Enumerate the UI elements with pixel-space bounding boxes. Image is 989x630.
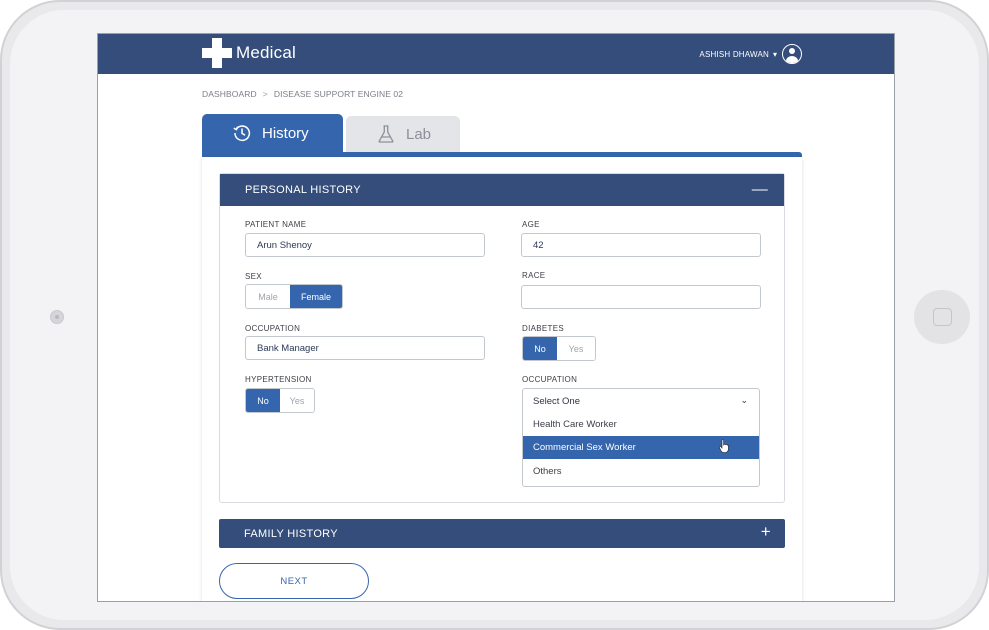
patient-name-label: PATIENT NAME xyxy=(245,220,307,229)
flask-icon xyxy=(378,125,394,143)
occupation-select[interactable]: Select One ⌄ Health Care Worker Commerci… xyxy=(522,388,760,487)
app-screen: Medical ASHISH DHAWAN ▾ DASHBOARD > DISE… xyxy=(97,33,895,602)
tab-history[interactable]: History xyxy=(202,114,343,152)
camera-icon xyxy=(50,310,64,324)
diabetes-option-no[interactable]: No xyxy=(523,337,557,360)
chevron-down-icon: ⌄ xyxy=(740,395,748,405)
diabetes-toggle: No Yes xyxy=(522,336,596,361)
personal-history-panel: PERSONAL HISTORY — PATIENT NAME Arun She… xyxy=(219,173,785,503)
personal-history-title: PERSONAL HISTORY xyxy=(245,184,361,196)
option-label: Others xyxy=(533,466,562,477)
medical-cross-icon xyxy=(202,38,232,68)
breadcrumb-dashboard[interactable]: DASHBOARD xyxy=(202,89,257,99)
tab-history-label: History xyxy=(262,124,309,142)
caret-down-icon: ▾ xyxy=(772,49,777,59)
top-navbar: Medical ASHISH DHAWAN ▾ xyxy=(98,34,894,74)
age-label: AGE xyxy=(522,220,540,229)
user-name: ASHISH DHAWAN xyxy=(699,49,769,59)
avatar[interactable] xyxy=(782,44,802,64)
occupation-select-label: OCCUPATION xyxy=(522,375,578,384)
occupation-option-health-care-worker[interactable]: Health Care Worker xyxy=(523,413,759,436)
tablet-frame: Medical ASHISH DHAWAN ▾ DASHBOARD > DISE… xyxy=(0,0,989,630)
occupation-option-others[interactable]: Others xyxy=(523,460,759,483)
occupation-option-commercial-sex-worker[interactable]: Commercial Sex Worker xyxy=(523,436,759,459)
family-history-header[interactable]: FAMILY HISTORY + xyxy=(219,519,785,548)
occupation-select-value[interactable]: Select One ⌄ xyxy=(523,389,759,413)
pointer-hand-icon xyxy=(719,439,729,453)
option-label: Health Care Worker xyxy=(533,419,617,430)
personal-history-header[interactable]: PERSONAL HISTORY — xyxy=(220,174,784,206)
breadcrumb-current: DISEASE SUPPORT ENGINE 02 xyxy=(273,89,404,99)
sex-option-male[interactable]: Male xyxy=(246,285,290,308)
sex-label: SEX xyxy=(245,272,262,281)
brand-name: Medical xyxy=(236,43,296,62)
expand-icon[interactable]: + xyxy=(761,522,771,542)
occupation-select-text: Select One xyxy=(533,395,580,407)
hypertension-option-yes[interactable]: Yes xyxy=(280,389,314,412)
breadcrumb-separator: > xyxy=(262,89,268,99)
family-history-title: FAMILY HISTORY xyxy=(244,527,338,540)
hypertension-option-no[interactable]: No xyxy=(246,389,280,412)
user-menu[interactable]: ASHISH DHAWAN ▾ xyxy=(699,42,802,66)
diabetes-label: DIABETES xyxy=(522,324,564,333)
hypertension-label: HYPERTENSION xyxy=(245,375,312,384)
sex-toggle: Male Female xyxy=(245,284,343,309)
tab-lab-label: Lab xyxy=(406,125,432,143)
sex-option-female[interactable]: Female xyxy=(290,285,342,308)
age-input[interactable]: 42 xyxy=(521,233,761,257)
next-button[interactable]: NEXT xyxy=(219,563,369,599)
clock-history-icon xyxy=(233,125,251,142)
hypertension-toggle: No Yes xyxy=(245,388,315,413)
race-input[interactable] xyxy=(521,285,761,309)
race-label: RACE xyxy=(522,271,546,280)
collapse-icon[interactable]: — xyxy=(752,181,768,199)
home-button[interactable] xyxy=(914,290,970,344)
occupation-label: OCCUPATION xyxy=(245,324,301,333)
brand-logo[interactable]: Medical xyxy=(202,37,296,69)
tab-lab[interactable]: Lab xyxy=(346,116,460,152)
occupation-input[interactable]: Bank Manager xyxy=(245,336,485,360)
diabetes-option-yes[interactable]: Yes xyxy=(557,337,595,360)
option-label: Commercial Sex Worker xyxy=(533,442,636,453)
breadcrumb: DASHBOARD > DISEASE SUPPORT ENGINE 02 xyxy=(202,89,403,99)
patient-name-input[interactable]: Arun Shenoy xyxy=(245,233,485,257)
